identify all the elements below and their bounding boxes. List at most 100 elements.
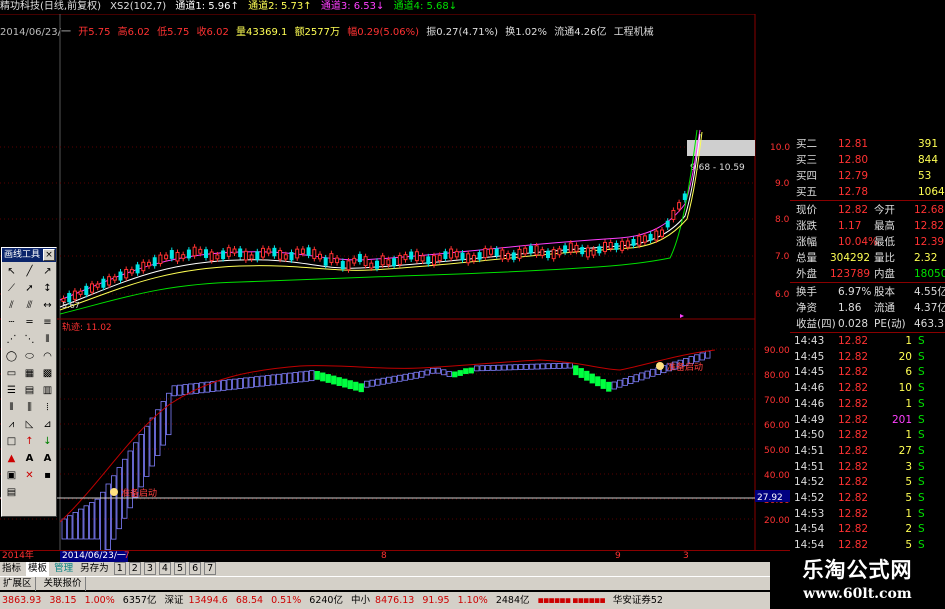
line-tool-icon[interactable]: ╱ [21,263,38,279]
gann-tool-icon[interactable]: ▩ [39,365,56,381]
ellipse-tool-icon[interactable]: ⬭ [21,348,38,364]
save-tool-icon[interactable]: ▤ [3,484,20,500]
tick-volume: 6 [905,366,912,379]
stripes-tool-icon[interactable]: ⦙ [39,399,56,415]
tab-extension-area[interactable]: 扩展区 [0,577,36,591]
candle-body [95,283,100,288]
candle-body [471,254,476,262]
tick-row: 14:46 12.82 1 S [790,397,945,413]
candle-body [363,256,368,267]
bid-volume: 53 [918,170,932,182]
triple-line-tool-icon[interactable]: ≡ [39,314,56,330]
market-status-bar: 3863.93 38.15 1.00% 6357亿 深证 13494.6 68.5… [0,592,770,609]
triangle-tool-icon[interactable]: ◺ [21,416,38,432]
candle-body [158,254,163,265]
candle-body [637,235,642,246]
candle-body [198,248,203,254]
indicator-bar [446,371,452,377]
zigzag-tool-icon[interactable]: ⩘ [3,416,20,432]
color-tool-icon[interactable]: ▪ [39,467,56,483]
candle-body [335,257,340,264]
tick-volume: 1 [905,397,912,410]
fund-value: 4.37亿 [914,302,945,314]
tick-time: 14:51 [794,460,825,473]
tab-save-as[interactable]: 另存为 [78,562,111,576]
candle-body [625,240,630,248]
down-arrow-tool-icon[interactable]: ↓ [39,433,56,449]
tick-time: 14:46 [794,397,825,410]
candle-body [329,253,334,263]
text-box-tool-icon[interactable]: A [39,450,56,466]
segment-tool-icon[interactable]: ⟋ [3,280,20,296]
fib-tool-icon[interactable]: ☰ [3,382,20,398]
tab-6[interactable]: 6 [189,562,202,575]
tick-row: 14:51 12.82 27 S [790,444,945,460]
fan-tool-icon[interactable]: ⋰ [3,331,20,347]
wave-tool-icon[interactable]: ⫼ [21,399,38,415]
arc-tool-icon[interactable]: ◠ [39,348,56,364]
bars-tool-icon[interactable]: ⫴ [3,399,20,415]
tick-row: 14:50 12.82 1 S [790,428,945,444]
dotted-line-tool-icon[interactable]: ┄ [3,314,20,330]
tab-4[interactable]: 4 [158,562,171,575]
indicator-bar [331,375,337,385]
kline-chart[interactable]: 10.00 9.00 8.00 7.00 6.00 90.00 80.00 70… [0,14,790,550]
watermark-title: 乐淘公式网 [802,558,913,582]
up-arrow-tool-icon[interactable]: ↑ [21,433,38,449]
drawing-toolbox[interactable]: 画线工具 × ↖ ╱ ↗ ⟋ ➚ ↕ ⫽ ⫻ ↔ ┄ ═ ≡ ⋰ ⋱ ⦀ ◯ ⬭… [1,247,57,517]
indicator-bar [221,379,227,391]
stock-name[interactable]: 精功科技(日线,前复权) [0,1,101,12]
stat-row: 外盘 123789内盘 180503 [790,266,945,282]
speed-line-tool-icon[interactable]: ⋱ [21,331,38,347]
cycle-line-tool-icon[interactable]: ⦀ [39,331,56,347]
grid-tool-icon[interactable]: ▦ [21,365,38,381]
quote-separator [790,282,945,283]
toolbox-title-text: 画线工具 [4,250,41,260]
indicator-bar [342,378,348,388]
mark-up-tool-icon[interactable]: ▲ [3,450,20,466]
text-tool-icon[interactable]: A [21,450,38,466]
tab-3[interactable]: 3 [143,562,156,575]
delete-tool-icon[interactable]: ✕ [21,467,38,483]
candle-body [90,283,94,293]
lock-tool-icon[interactable]: ▣ [3,467,20,483]
indicator-bar [276,373,282,385]
sh-change: 38.15 [49,595,77,606]
bid-row: 买二 12.81 391 [790,138,945,152]
tab-1[interactable]: 1 [113,562,126,575]
tab-manage[interactable]: 管理 [52,562,75,576]
hline-tool-icon[interactable]: ↔ [39,297,56,313]
ray-tool-icon[interactable]: ↗ [39,263,56,279]
parallel-tool-icon[interactable]: ⫽ [3,297,20,313]
candle-body [483,248,488,259]
circle-tool-icon[interactable]: ◯ [3,348,20,364]
arrow-line-tool-icon[interactable]: ➚ [21,280,38,296]
indicator-bar [303,370,309,382]
vertical-line-tool-icon[interactable]: ↕ [39,280,56,296]
candle-body [523,247,528,255]
toolbox-grid: ↖ ╱ ↗ ⟋ ➚ ↕ ⫽ ⫻ ↔ ┄ ═ ≡ ⋰ ⋱ ⦀ ◯ ⬭ ◠ ▭ ▦ … [2,262,56,501]
tab-related-quotes[interactable]: 关联报价 [41,577,86,591]
bid-price: 12.81 [838,138,869,150]
channel-tool-icon[interactable]: ⫻ [21,297,38,313]
tab-indicator[interactable]: 指标 [0,562,23,576]
stat-row: 现价 12.82 今开 12.68 [790,202,945,218]
cursor-tool-icon[interactable]: ↖ [3,263,20,279]
toolbox-close-button[interactable]: × [43,249,55,261]
tab-7[interactable]: 7 [204,562,217,575]
double-line-tool-icon[interactable]: ═ [21,314,38,330]
toolbox-title[interactable]: 画线工具 × [2,248,56,262]
golden-tool-icon[interactable]: ▥ [39,382,56,398]
rect-tool-icon[interactable]: ▭ [3,365,20,381]
andrew-tool-icon[interactable]: ⊿ [39,416,56,432]
indicator-bar [463,368,469,375]
candle-body [181,254,186,259]
stat-label: 涨跌 [796,220,817,232]
low-price-label: 5.67 [62,301,80,310]
tab-5[interactable]: 5 [174,562,187,575]
tab-2[interactable]: 2 [128,562,141,575]
box-tool-icon[interactable]: □ [3,433,20,449]
main-y-tick: 7.00 [775,252,790,262]
tab-template[interactable]: 模板 [26,562,50,576]
percent-tool-icon[interactable]: ▤ [21,382,38,398]
